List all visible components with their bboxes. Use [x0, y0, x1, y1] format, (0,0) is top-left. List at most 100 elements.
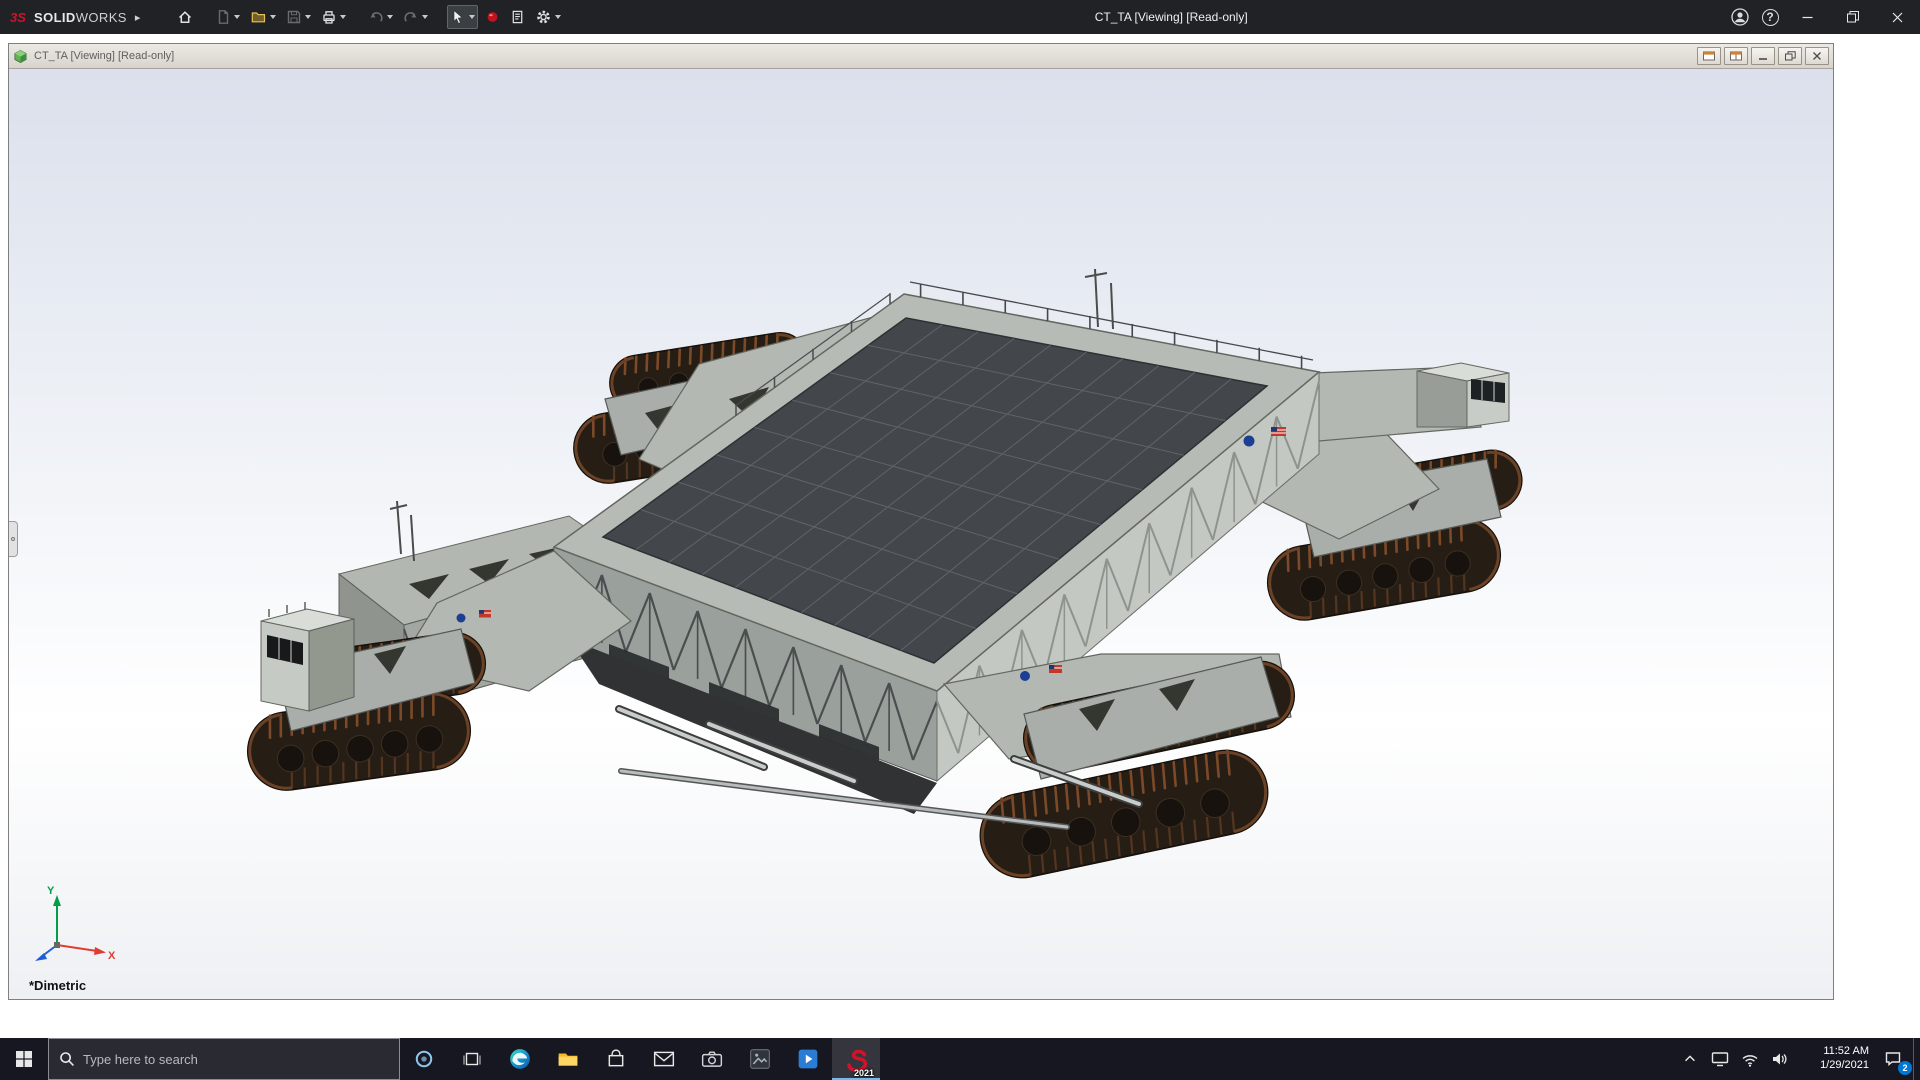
media-player-icon	[797, 1048, 819, 1070]
view-orientation-label: *Dimetric	[29, 978, 86, 993]
show-desktop-button[interactable]	[1913, 1038, 1920, 1080]
task-view-button[interactable]	[448, 1038, 496, 1080]
store-icon[interactable]	[592, 1038, 640, 1080]
photos-icon	[749, 1048, 771, 1070]
envelope-icon	[653, 1050, 675, 1068]
task-view-icon	[463, 1050, 481, 1068]
doc-restore-button[interactable]	[1778, 47, 1802, 65]
new-document-icon	[215, 9, 231, 25]
brand-solid-text: SOLID	[34, 10, 76, 25]
tray-network-icon[interactable]	[1735, 1038, 1765, 1080]
close-icon	[1812, 51, 1822, 61]
window-layout-icon	[1703, 51, 1715, 61]
doc-close-button[interactable]	[1805, 47, 1829, 65]
document-title: CT_TA [Viewing] [Read-only]	[34, 50, 1694, 62]
document-titlebar[interactable]: CT_TA [Viewing] [Read-only]	[9, 44, 1833, 69]
minimize-icon	[1758, 51, 1769, 61]
dropdown-caret-icon[interactable]	[469, 15, 475, 19]
select-tool-button[interactable]	[447, 5, 478, 29]
dropdown-caret-icon[interactable]	[422, 15, 428, 19]
minimize-button[interactable]	[1785, 0, 1830, 34]
save-button[interactable]	[283, 5, 314, 29]
us-flag-decal	[1049, 665, 1062, 673]
action-center-button[interactable]: 2	[1873, 1038, 1913, 1080]
edge-icon	[508, 1047, 532, 1071]
taskbar-clock[interactable]: 11:52 AM 1/29/2021	[1795, 1038, 1873, 1080]
cortana-icon	[414, 1049, 434, 1069]
shopping-bag-icon	[606, 1049, 626, 1069]
dropdown-caret-icon[interactable]	[305, 15, 311, 19]
red-sphere-icon	[485, 9, 500, 25]
taskbar-search[interactable]	[48, 1038, 400, 1080]
edge-browser-icon[interactable]	[496, 1038, 544, 1080]
dropdown-caret-icon[interactable]	[234, 15, 240, 19]
triad-x-label: X	[108, 950, 116, 962]
document-window: CT_TA [Viewing] [Read-only]	[8, 43, 1834, 1000]
print-button[interactable]	[318, 5, 349, 29]
account-button[interactable]	[1725, 0, 1755, 34]
control-cab-right[interactable]	[1417, 363, 1509, 427]
doc-minimize-button[interactable]	[1751, 47, 1775, 65]
folder-icon	[557, 1048, 579, 1070]
dropdown-caret-icon[interactable]	[270, 15, 276, 19]
search-input[interactable]	[83, 1052, 389, 1067]
cortana-button[interactable]	[400, 1038, 448, 1080]
menu-expand-icon[interactable]: ▸	[135, 11, 141, 24]
dassault-3ds-mark-icon: 3S	[10, 8, 30, 26]
maximize-restore-button[interactable]	[1830, 0, 1875, 34]
app-titlebar: 3S SOLIDWORKS ▸	[0, 0, 1920, 34]
windows-taskbar: 2021	[0, 1038, 1920, 1080]
home-button[interactable]	[174, 5, 196, 29]
solidworks-taskbar-icon[interactable]: 2021	[832, 1038, 880, 1080]
tray-volume-icon[interactable]	[1765, 1038, 1795, 1080]
app-workspace: CT_TA [Viewing] [Read-only]	[0, 34, 1920, 1038]
dropdown-caret-icon[interactable]	[387, 15, 393, 19]
solidworks-version-badge: 2021	[854, 1068, 874, 1078]
svg-text:3S: 3S	[10, 10, 26, 25]
camera-app-icon[interactable]	[688, 1038, 736, 1080]
open-folder-icon	[250, 9, 267, 25]
us-flag-decal	[1271, 427, 1286, 436]
print-icon	[321, 9, 337, 25]
appearance-sphere-button[interactable]	[482, 5, 503, 29]
assembly-cube-icon	[13, 49, 28, 64]
control-cab-left[interactable]	[261, 602, 354, 711]
dropdown-caret-icon[interactable]	[340, 15, 346, 19]
open-button[interactable]	[247, 5, 279, 29]
windows-logo-icon	[15, 1050, 33, 1068]
start-button[interactable]	[0, 1038, 48, 1080]
mail-icon[interactable]	[640, 1038, 688, 1080]
file-explorer-icon[interactable]	[544, 1038, 592, 1080]
triad-y-label: Y	[47, 885, 55, 897]
undo-button[interactable]	[365, 5, 396, 29]
document-properties-button[interactable]	[507, 5, 528, 29]
photos-app-icon[interactable]	[736, 1038, 784, 1080]
close-button[interactable]	[1875, 0, 1920, 34]
camera-icon	[701, 1050, 723, 1068]
options-button[interactable]	[532, 5, 564, 29]
media-app-icon[interactable]	[784, 1038, 832, 1080]
redo-icon	[403, 9, 419, 25]
orientation-triad: Y X	[17, 881, 117, 971]
graphics-viewport[interactable]: Y X *Dimetric	[9, 69, 1833, 999]
quick-access-toolbar	[174, 5, 564, 29]
wifi-icon	[1741, 1050, 1759, 1068]
dropdown-caret-icon[interactable]	[555, 15, 561, 19]
feature-tree-splitter-handle[interactable]	[9, 521, 18, 557]
tray-display-icon[interactable]	[1705, 1038, 1735, 1080]
select-cursor-icon	[450, 9, 466, 25]
doc-layout-button-1[interactable]	[1697, 47, 1721, 65]
speaker-icon	[1771, 1050, 1789, 1068]
redo-button[interactable]	[400, 5, 431, 29]
restore-icon	[1847, 11, 1859, 23]
undo-icon	[368, 9, 384, 25]
window-title: CT_TA [Viewing] [Read-only]	[1095, 10, 1248, 24]
new-document-button[interactable]	[212, 5, 243, 29]
doc-layout-button-2[interactable]	[1724, 47, 1748, 65]
tray-expand-button[interactable]	[1675, 1038, 1705, 1080]
help-button[interactable]: ?	[1755, 0, 1785, 34]
user-account-icon	[1730, 7, 1750, 27]
crawler-transporter-3d-model[interactable]	[9, 69, 1833, 999]
search-icon	[59, 1051, 75, 1067]
close-icon	[1892, 12, 1903, 23]
